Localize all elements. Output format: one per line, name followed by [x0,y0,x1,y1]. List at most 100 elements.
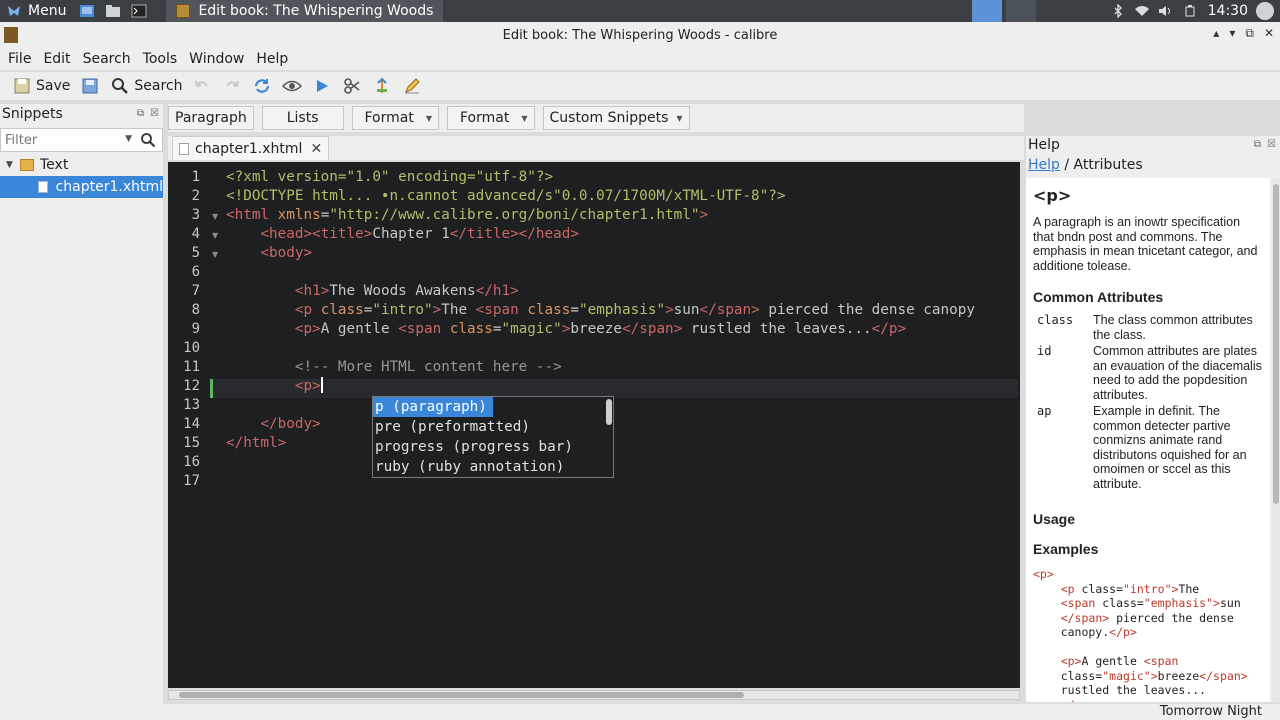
collapse-arrow-icon[interactable]: ▼ [6,160,16,170]
bluetooth-icon[interactable] [1106,0,1130,22]
workspace-2-button[interactable] [1005,0,1036,22]
filter-search-icon[interactable] [140,132,156,152]
code-area[interactable]: <?xml version="1.0" encoding="utf-8"?> <… [226,162,1020,688]
refresh-icon[interactable] [252,76,272,96]
code-line: <p>A gentle <span class="magic">breeze</… [294,321,907,337]
clock[interactable]: 14:30 [1208,3,1248,19]
format-label-1: Format [364,110,414,126]
fold-marker-icon[interactable]: ▼ [212,212,218,221]
menu-tools[interactable]: Tools [139,51,182,67]
save-button[interactable]: Save [12,74,70,98]
scrollbar-thumb[interactable] [1273,184,1279,504]
help-breadcrumb-link[interactable]: Help [1028,157,1060,173]
editor-tab-strip: chapter1.xhtml ✕ [168,136,1024,160]
workspace-1-button[interactable] [971,0,1002,22]
restore-icon[interactable]: ▾ [1229,26,1235,41]
help-vertical-scrollbar[interactable] [1272,178,1280,702]
calibre-app-icon [176,4,191,18]
dropdown-caret-icon: ▼ [425,113,432,123]
autocomplete-item[interactable]: pre (preformatted) [373,417,603,437]
examples-heading: Examples [1033,541,1099,557]
terminal-icon[interactable] [128,2,150,20]
file-tree: ▼ Text chapter1.xhtml [0,154,163,198]
line-number: 4 [191,226,200,242]
calibre-window-icon [4,27,18,43]
code-line: <!DOCTYPE html... ∙n.cannot advanced/s"0… [226,188,786,204]
format-dropdown-1[interactable]: Format ▼ [351,106,439,130]
panel-float-icon[interactable]: ⧉ [137,108,144,119]
menu-window[interactable]: Window [185,51,248,67]
editor-horizontal-scrollbar[interactable] [168,690,1020,700]
scrollbar-thumb[interactable] [179,692,744,698]
minimize-icon[interactable]: ▴ [1213,26,1219,41]
help-breadcrumb: Help / Attributes [1028,157,1143,173]
help-tag-title: <p> [1033,186,1072,205]
attribute-desc: Example in definit. The common detecter … [1093,404,1247,491]
autocomplete-item[interactable]: ruby (ruby annotation) [373,457,603,477]
filter-input[interactable] [5,132,115,148]
panel-close-icon[interactable]: ☒ [150,108,159,119]
redo-icon[interactable] [222,76,242,96]
play-icon[interactable] [312,76,332,96]
folder-icon [20,159,34,171]
fold-marker-icon[interactable]: ▼ [212,250,218,259]
tab-chapter1[interactable]: chapter1.xhtml ✕ [172,136,330,160]
menu-search[interactable]: Search [79,51,135,67]
snippets-panel: Snippets ⧉ ☒ ▼ ▼ Text chapter1.xhtml [0,104,163,704]
autocomplete-item[interactable]: p (paragraph) [373,397,493,417]
close-window-icon[interactable]: ✕ [1264,26,1274,41]
filter-dropdown-icon[interactable]: ▼ [125,134,132,144]
help-description: A paragraph is an inowtr specification t… [1033,215,1258,273]
user-avatar-icon[interactable] [1256,2,1274,20]
format-dropdown-2[interactable]: Format ▼ [447,106,535,130]
filter-box: ▼ [0,128,163,152]
merge-icon[interactable] [372,76,392,96]
custom-snippets-label: Custom Snippets [549,110,669,126]
paragraph-button[interactable]: Paragraph [168,106,254,130]
search-label: Search [134,78,183,94]
file-manager-icon[interactable] [102,2,124,20]
tab-close-icon[interactable]: ✕ [310,141,322,157]
line-number: 15 [183,435,200,451]
attribute-row: class The class common attributes the cl… [1033,313,1270,342]
theme-name: Tomorrow Night [1159,704,1262,719]
undo-icon[interactable] [192,76,212,96]
panel-close-icon[interactable]: ☒ [1267,139,1276,150]
save-disk-icon[interactable] [80,76,100,96]
menu-file[interactable]: File [4,51,35,67]
start-menu-button[interactable]: Menu [0,0,74,22]
attribute-name: class [1037,313,1074,327]
preview-eye-icon[interactable] [282,76,303,96]
volume-icon[interactable] [1154,0,1178,22]
taskbar: Menu Edit book: The Whispering Woods 14:… [0,0,1280,22]
lists-button[interactable]: Lists [261,106,344,130]
maximize-icon[interactable]: ⧉ [1245,26,1254,41]
panel-float-icon[interactable]: ⧉ [1254,139,1261,150]
attribute-desc: Common attributes are plates an evauatio… [1093,344,1262,402]
autocomplete-scrollbar[interactable] [606,399,612,425]
autocomplete-item[interactable]: progress (progress bar) [373,437,603,457]
modified-line-marker [210,379,213,398]
tree-folder-label: Text [40,157,69,173]
custom-snippets-dropdown[interactable]: Custom Snippets ▼ [542,106,690,130]
code-editor[interactable]: 1 2 3 4 5 6 7 8 9 10 11 12 13 14 15 16 1… [168,162,1020,688]
help-panel: Help ⧉ ☒ Help / Attributes <p> A paragra… [1026,136,1280,702]
show-desktop-icon[interactable] [76,2,98,20]
format-label-2: Format [460,110,510,126]
tree-folder-text[interactable]: ▼ Text [0,154,163,176]
edit-pen-icon[interactable] [402,76,422,96]
fold-marker-icon[interactable]: ▼ [212,231,218,240]
snippet-bar: Paragraph Lists Format ▼ Format ▼ Custom… [168,104,1024,132]
code-line: <h1>The Woods Awakens</h1> [294,283,519,299]
attribute-desc: The class common attributes the class. [1093,313,1253,342]
menu-edit[interactable]: Edit [39,51,74,67]
power-icon[interactable] [1178,0,1202,22]
line-number: 5 [191,245,200,261]
search-button[interactable]: Search [110,74,182,98]
taskbar-window-button[interactable]: Edit book: The Whispering Woods [166,0,444,22]
autocomplete-popup[interactable]: p (paragraph) pre (preformatted) progres… [372,396,614,478]
tree-file-chapter1[interactable]: chapter1.xhtml [0,176,163,198]
menu-help[interactable]: Help [252,51,292,67]
wifi-icon[interactable] [1130,0,1154,22]
split-scissors-icon[interactable] [342,76,362,96]
